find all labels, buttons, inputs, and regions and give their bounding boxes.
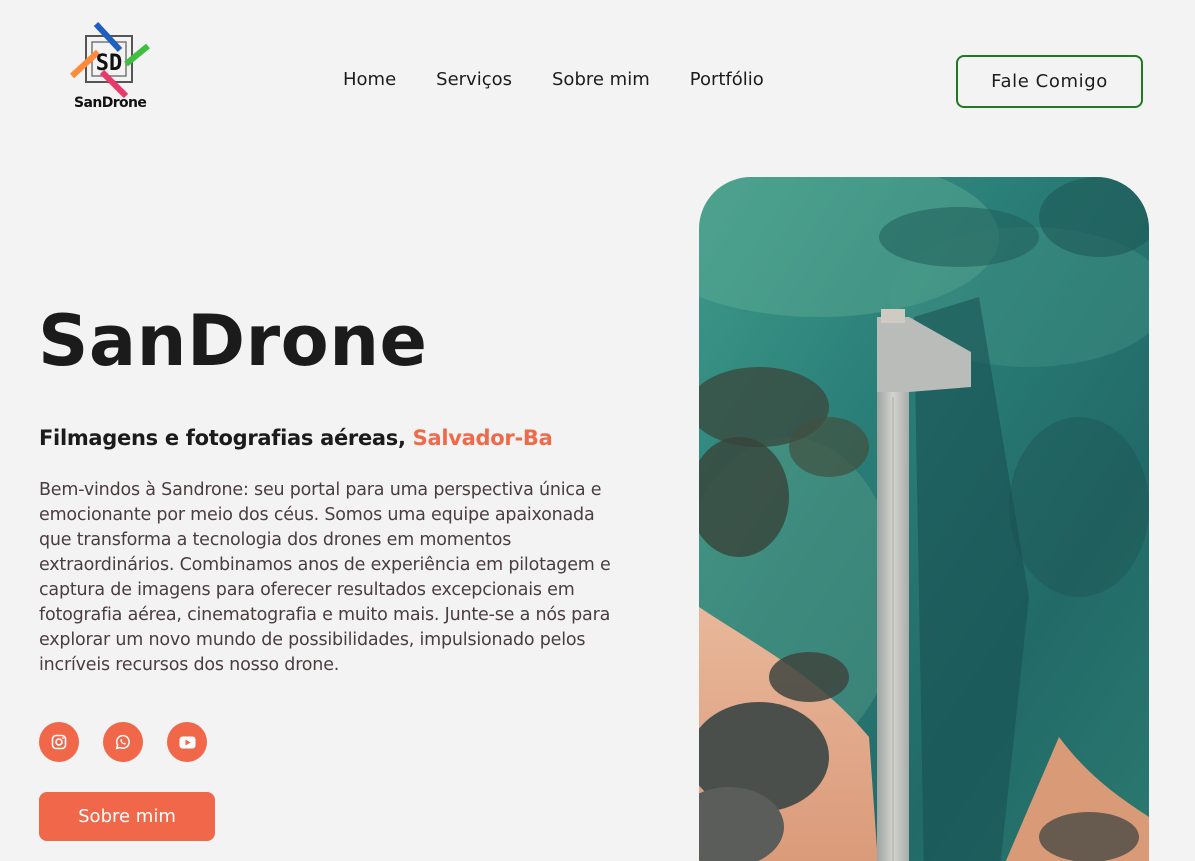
logo-text: SanDrone: [74, 95, 147, 111]
about-me-button[interactable]: Sobre mim: [39, 792, 215, 841]
aerial-pier-photo: [699, 177, 1149, 861]
whatsapp-link[interactable]: [103, 722, 143, 762]
sandrone-logo[interactable]: SD SanDrone: [68, 20, 154, 116]
site-header: SD SanDrone Home Serviços Sobre mim Port…: [0, 0, 1195, 150]
hero-subtitle-main: Filmagens e fotografias aéreas,: [39, 426, 413, 450]
aerial-photo-image: [699, 177, 1149, 861]
main-nav: Home Serviços Sobre mim Portfólio: [343, 69, 764, 90]
hero-description: Bem-vindos à Sandrone: seu portal para u…: [39, 480, 611, 675]
social-links: [39, 722, 207, 762]
instagram-link[interactable]: [39, 722, 79, 762]
svg-text:SD: SD: [96, 51, 123, 76]
nav-portfolio-link[interactable]: Portfólio: [690, 69, 764, 90]
hero-title: SanDrone: [38, 300, 428, 382]
youtube-link[interactable]: [167, 722, 207, 762]
whatsapp-icon: [115, 734, 130, 750]
youtube-icon: [179, 736, 195, 748]
nav-home-link[interactable]: Home: [343, 69, 396, 90]
logo-mark-icon: SD: [69, 21, 150, 99]
contact-button[interactable]: Fale Comigo: [956, 55, 1143, 108]
nav-services-link[interactable]: Serviços: [436, 69, 512, 90]
hero-subtitle: Filmagens e fotografias aéreas, Salvador…: [39, 426, 553, 450]
nav-about-link[interactable]: Sobre mim: [552, 69, 650, 90]
instagram-icon: [51, 734, 67, 750]
hero-subtitle-location: Salvador-Ba: [412, 426, 553, 450]
